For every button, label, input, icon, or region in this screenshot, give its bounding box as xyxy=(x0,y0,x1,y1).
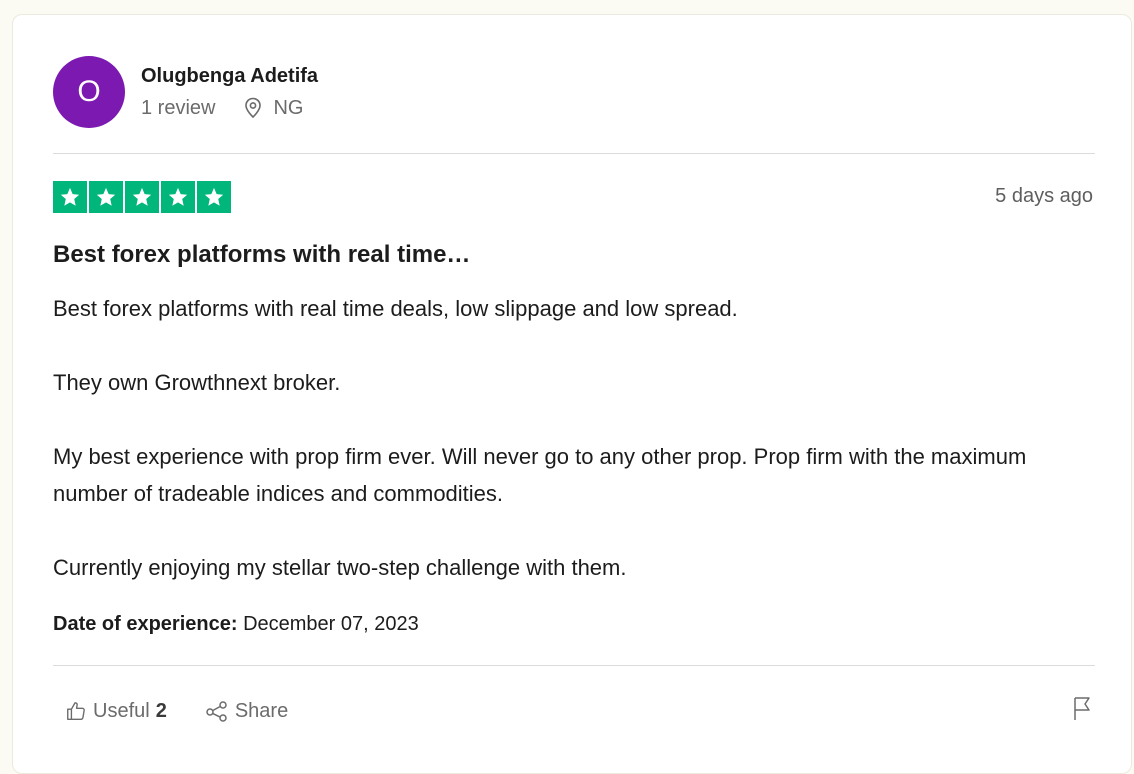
star-icon xyxy=(53,181,87,213)
experience-label: Date of experience: xyxy=(53,613,238,635)
review-title[interactable]: Best forex platforms with real time… xyxy=(53,241,470,269)
review-paragraph: They own Growthnext broker. xyxy=(53,370,341,395)
useful-label: Useful xyxy=(93,699,150,722)
reviewer-info: Olugbenga Adetifa 1 review NG xyxy=(141,63,318,121)
star-icon xyxy=(89,181,123,213)
location-code: NG xyxy=(273,97,304,119)
review-actions: Useful 2 Share xyxy=(53,695,1093,727)
star-icon xyxy=(125,181,159,213)
avatar-letter: O xyxy=(77,75,101,108)
avatar[interactable]: O xyxy=(53,56,125,128)
review-paragraph: Best forex platforms with real time deal… xyxy=(53,296,738,321)
divider xyxy=(53,153,1095,154)
reviewer-location: NG xyxy=(243,95,303,121)
share-button[interactable]: Share xyxy=(205,700,288,723)
star-rating xyxy=(53,181,231,213)
review-body: Best forex platforms with real time deal… xyxy=(53,290,1083,623)
useful-count: 2 xyxy=(155,699,167,722)
review-card: O Olugbenga Adetifa 1 review NG 5 days a… xyxy=(12,14,1132,774)
star-icon xyxy=(197,181,231,213)
report-button[interactable] xyxy=(1071,695,1093,727)
reviewer-meta: 1 review NG xyxy=(141,95,318,121)
flag-icon xyxy=(1074,697,1090,720)
reviewer-header: O Olugbenga Adetifa 1 review NG xyxy=(53,55,318,129)
review-count: 1 review xyxy=(141,97,216,119)
review-paragraph: Currently enjoying my stellar two-step c… xyxy=(53,555,627,580)
thumbs-up-icon xyxy=(67,702,85,720)
share-label: Share xyxy=(234,699,289,722)
posted-date: 5 days ago xyxy=(995,185,1093,207)
divider xyxy=(53,665,1095,666)
share-icon xyxy=(206,701,227,722)
experience-date: December 07, 2023 xyxy=(243,613,419,635)
review-paragraph: My best experience with prop firm ever. … xyxy=(53,444,1027,506)
useful-button[interactable]: Useful 2 xyxy=(65,700,167,723)
location-pin-icon xyxy=(245,97,262,119)
star-icon xyxy=(161,181,195,213)
reviewer-name[interactable]: Olugbenga Adetifa xyxy=(141,63,318,89)
date-of-experience: Date of experience: December 07, 2023 xyxy=(53,613,419,636)
